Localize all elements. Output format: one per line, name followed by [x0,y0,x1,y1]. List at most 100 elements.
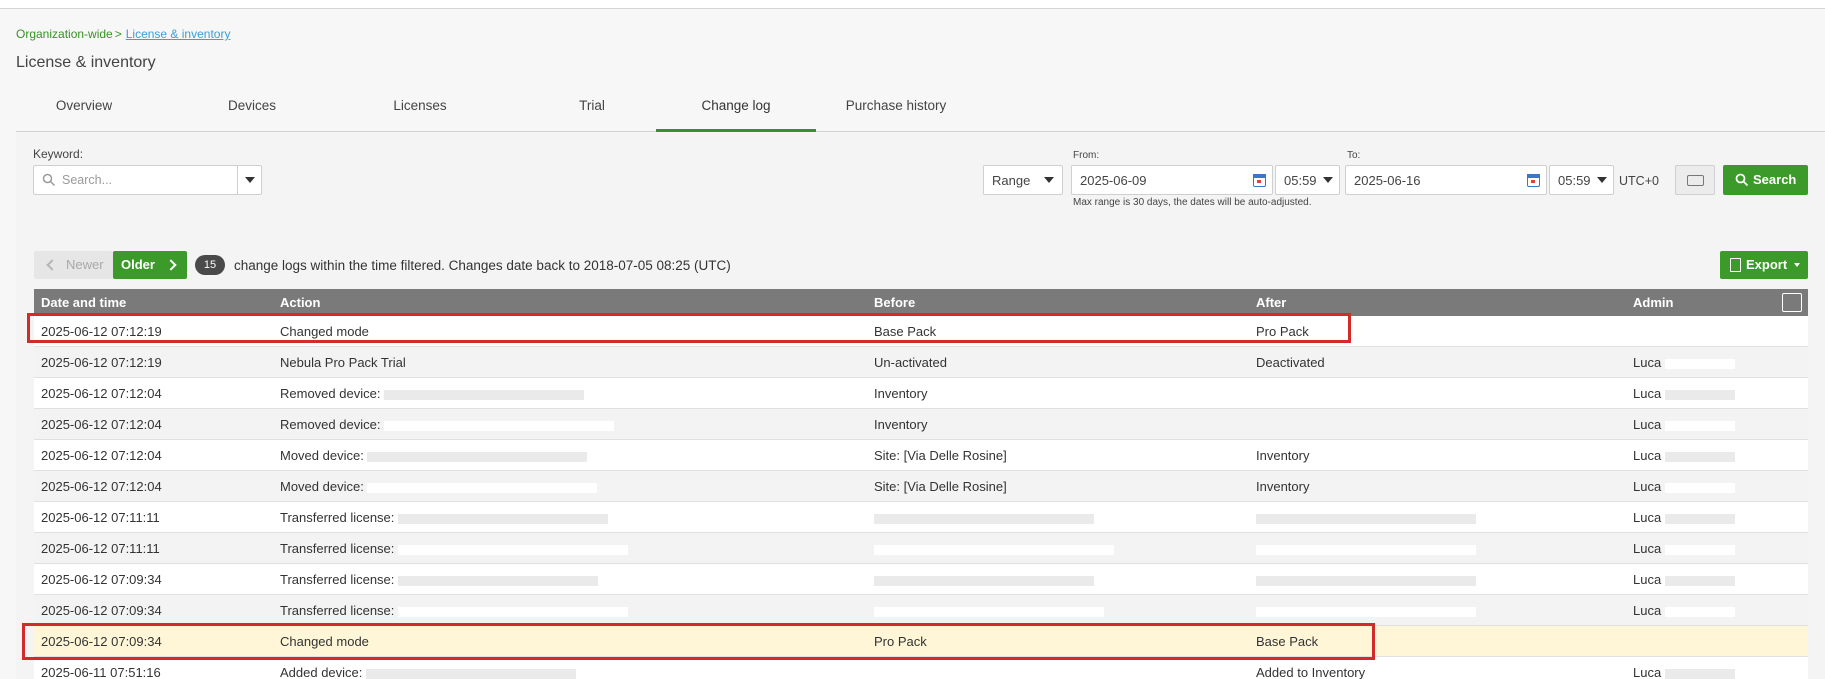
cell-date: 2025-06-12 07:09:34 [41,572,162,587]
table-row[interactable]: 2025-06-12 07:12:04 Moved device: Site: … [34,471,1808,502]
export-button[interactable]: Export [1720,251,1808,279]
redacted-text [398,606,629,617]
header-action[interactable]: Action [280,295,320,310]
table-row[interactable]: 2025-06-12 07:09:34 Changed mode Pro Pac… [34,626,1808,657]
cell-date: 2025-06-12 07:11:11 [41,541,160,556]
newer-button-label: Newer [66,257,104,272]
table-row[interactable]: 2025-06-12 07:12:19 Changed mode Base Pa… [34,316,1808,347]
to-date-input[interactable]: 2025-06-16 [1345,165,1547,195]
redacted-text [1256,606,1476,617]
tab-purchase-history[interactable]: Purchase history [816,89,976,132]
cell-admin: Luca [1633,541,1735,556]
cell-before: Un-activated [874,355,947,370]
header-before[interactable]: Before [874,295,915,310]
cell-before: Site: [Via Delle Rosine] [874,479,1007,494]
redacted-text [874,606,1104,617]
redacted-text [1664,451,1735,462]
cell-admin: Luca [1633,355,1735,370]
cell-action: Changed mode [280,634,369,649]
action-text: Removed device: [280,417,381,432]
to-label: To: [1347,150,1361,161]
tab-overview[interactable]: Overview [16,89,152,132]
chevron-down-icon [1044,177,1054,183]
action-text: Transferred license: [280,541,395,556]
cell-date: 2025-06-12 07:11:11 [41,510,160,525]
older-button[interactable]: Older [113,251,187,279]
cell-action: Moved device: [280,448,588,463]
cell-before: Inventory [874,386,928,401]
table-row[interactable]: 2025-06-12 07:12:04 Moved device: Site: … [34,440,1808,471]
table-row[interactable]: 2025-06-12 07:11:11 Transferred license:… [34,533,1808,564]
header-date[interactable]: Date and time [41,295,126,310]
range-hint: Max range is 30 days, the dates will be … [1073,197,1312,208]
breadcrumb-separator: > [114,27,122,41]
table-row[interactable]: 2025-06-12 07:12:19 Nebula Pro Pack Tria… [34,347,1808,378]
cell-admin: Luca [1633,448,1735,463]
from-date-input[interactable]: 2025-06-09 [1071,165,1273,195]
redacted-text [1664,482,1735,493]
cell-before: Pro Pack [874,634,927,649]
table-row[interactable]: 2025-06-11 07:51:16 Added device: Added … [34,657,1808,679]
chevron-down-icon [245,177,255,183]
keyword-input[interactable] [62,171,232,189]
cell-date: 2025-06-12 07:12:04 [41,448,162,463]
page-title: License & inventory [16,54,156,71]
tab-devices[interactable]: Devices [192,89,312,132]
keyword-search-box [33,165,262,195]
admin-name: Luca [1633,355,1662,370]
calendar-icon[interactable] [1527,174,1540,187]
clear-filter-button[interactable] [1675,165,1715,195]
breadcrumb-current[interactable]: License & inventory [126,27,231,41]
from-date-value: 2025-06-09 [1080,173,1147,188]
action-text: Moved device: [280,448,364,463]
table-header: Date and time Action Before After Admin [34,289,1808,316]
admin-name: Luca [1633,572,1662,587]
cell-after: Inventory [1256,448,1310,463]
table-row[interactable]: 2025-06-12 07:11:11 Transferred license:… [34,502,1808,533]
tab-trial[interactable]: Trial [512,89,672,132]
calendar-icon[interactable] [1253,174,1266,187]
tab-licenses[interactable]: Licenses [352,89,488,132]
to-time-value: 05:59 [1558,173,1591,188]
header-after[interactable]: After [1256,295,1286,310]
cell-action: Moved device: [280,479,598,494]
newer-button[interactable]: Newer [34,251,113,279]
cell-after [1256,541,1476,556]
header-admin[interactable]: Admin [1633,295,1673,310]
tab-change-log[interactable]: Change log [656,89,816,132]
range-select[interactable]: Range [983,165,1063,195]
keyword-dropdown-toggle[interactable] [237,166,261,194]
redacted-text [1664,358,1735,369]
cell-action: Transferred license: [280,541,629,556]
to-date-value: 2025-06-16 [1354,173,1421,188]
cell-after: Deactivated [1256,355,1325,370]
breadcrumb-parent[interactable]: Organization-wide [16,27,113,41]
cell-after: Inventory [1256,479,1310,494]
redacted-text [1256,544,1476,555]
from-time-value: 05:59 [1284,173,1317,188]
column-settings-icon[interactable] [1782,293,1802,312]
cell-after [1256,572,1476,587]
cell-admin: Luca [1633,479,1735,494]
range-select-value: Range [992,173,1031,188]
redacted-text [874,544,1114,555]
admin-name: Luca [1633,510,1662,525]
cell-admin: Luca [1633,665,1735,679]
admin-name: Luca [1633,479,1662,494]
cell-admin: Luca [1633,572,1735,587]
to-time-select[interactable]: 05:59 [1549,165,1614,195]
table-row[interactable]: 2025-06-12 07:12:04 Removed device: Inve… [34,378,1808,409]
table-row[interactable]: 2025-06-12 07:12:04 Removed device: Inve… [34,409,1808,440]
redacted-text [1664,606,1735,617]
from-label: From: [1073,150,1100,161]
table-row[interactable]: 2025-06-12 07:09:34 Transferred license:… [34,595,1808,626]
from-time-select[interactable]: 05:59 [1275,165,1340,195]
chevron-down-icon [1323,177,1333,183]
action-text: Transferred license: [280,510,395,525]
table-row[interactable]: 2025-06-12 07:09:34 Transferred license:… [34,564,1808,595]
search-button[interactable]: Search [1723,165,1808,195]
cell-action: Nebula Pro Pack Trial [280,355,406,370]
cell-after: Base Pack [1256,634,1319,649]
timezone-label: UTC+0 [1619,174,1659,188]
cell-date: 2025-06-12 07:09:34 [41,634,162,649]
